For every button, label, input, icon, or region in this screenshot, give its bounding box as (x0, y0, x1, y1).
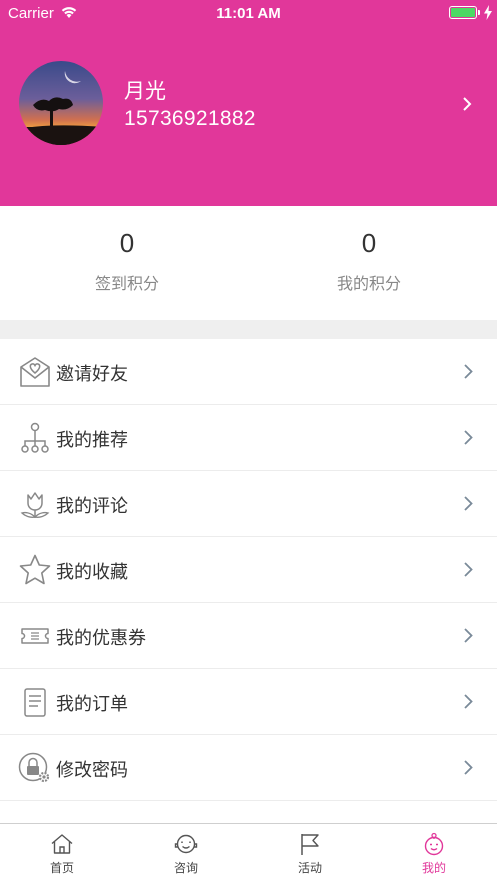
tab-consult[interactable]: 咨询 (124, 824, 248, 884)
tab-mine[interactable]: 我的 (372, 824, 496, 884)
menu-item-label: 我的推荐 (56, 430, 128, 451)
menu-item-my-comments[interactable]: 我的评论 (0, 471, 497, 537)
home-icon (51, 834, 73, 854)
lock-gear-icon (18, 752, 50, 783)
menu-item-change-password[interactable]: 修改密码 (0, 735, 497, 801)
user-name: 月光 (124, 79, 166, 103)
my-points[interactable]: 0 我的积分 (245, 206, 493, 320)
star-icon (19, 554, 51, 585)
tab-activities[interactable]: 活动 (248, 824, 372, 884)
menu-item-my-orders[interactable]: 我的订单 (0, 669, 497, 735)
menu-item-label: 我的优惠券 (56, 628, 146, 649)
clock-label: 11:01 AM (216, 5, 281, 22)
menu-item-my-coupons[interactable]: 我的优惠券 (0, 603, 497, 669)
menu-item-label: 我的订单 (56, 694, 128, 715)
recommend-tree-icon (21, 422, 49, 453)
profile-header: Carrier 11:01 AM 月光 15736921882 (0, 0, 497, 206)
charging-bolt-icon (484, 5, 492, 20)
section-divider (0, 320, 497, 339)
baby-face-icon (424, 832, 444, 856)
coupon-icon (21, 628, 49, 644)
tab-home[interactable]: 首页 (0, 824, 124, 884)
menu-item-my-recommendations[interactable]: 我的推荐 (0, 405, 497, 471)
menu-item-invite-friends[interactable]: 邀请好友 (0, 339, 497, 405)
chevron-right-icon (464, 562, 473, 577)
chevron-right-icon (464, 628, 473, 643)
my-points-value: 0 (361, 228, 377, 258)
tab-bar: 首页 咨询 活动 我的 (0, 823, 497, 883)
points-summary: 0 签到积分 0 我的积分 (0, 206, 497, 320)
sign-in-points[interactable]: 0 签到积分 (3, 206, 251, 320)
user-phone: 15736921882 (124, 107, 256, 130)
consult-face-icon (174, 834, 198, 854)
sign-in-points-value: 0 (119, 228, 135, 258)
menu-item-label: 我的评论 (56, 496, 128, 517)
battery-cap (478, 10, 480, 15)
avatar[interactable] (19, 61, 103, 145)
invite-envelope-icon (20, 357, 50, 387)
flag-icon (301, 834, 319, 855)
sign-in-points-label: 签到积分 (94, 274, 159, 293)
my-points-label: 我的积分 (336, 274, 401, 293)
chevron-right-icon (464, 364, 473, 379)
status-bar: Carrier 11:01 AM (0, 0, 497, 26)
comment-flower-icon (20, 492, 50, 518)
menu-item-label: 我的收藏 (56, 562, 128, 583)
menu-item-my-favorites[interactable]: 我的收藏 (0, 537, 497, 603)
menu-item-label: 邀请好友 (56, 364, 128, 385)
order-document-icon (24, 688, 46, 717)
tab-label: 我的 (421, 861, 446, 875)
menu-item-label: 修改密码 (56, 760, 128, 781)
chevron-right-icon[interactable] (461, 95, 473, 113)
chevron-right-icon (464, 694, 473, 709)
tab-label: 咨询 (173, 861, 198, 875)
chevron-right-icon (464, 496, 473, 511)
chevron-right-icon (464, 760, 473, 775)
tab-label: 活动 (297, 861, 322, 875)
tab-label: 首页 (49, 861, 74, 875)
battery-icon (449, 6, 477, 19)
chevron-right-icon (464, 430, 473, 445)
avatar-landscape-image (19, 61, 103, 145)
profile-card[interactable]: 月光 15736921882 (0, 50, 497, 160)
